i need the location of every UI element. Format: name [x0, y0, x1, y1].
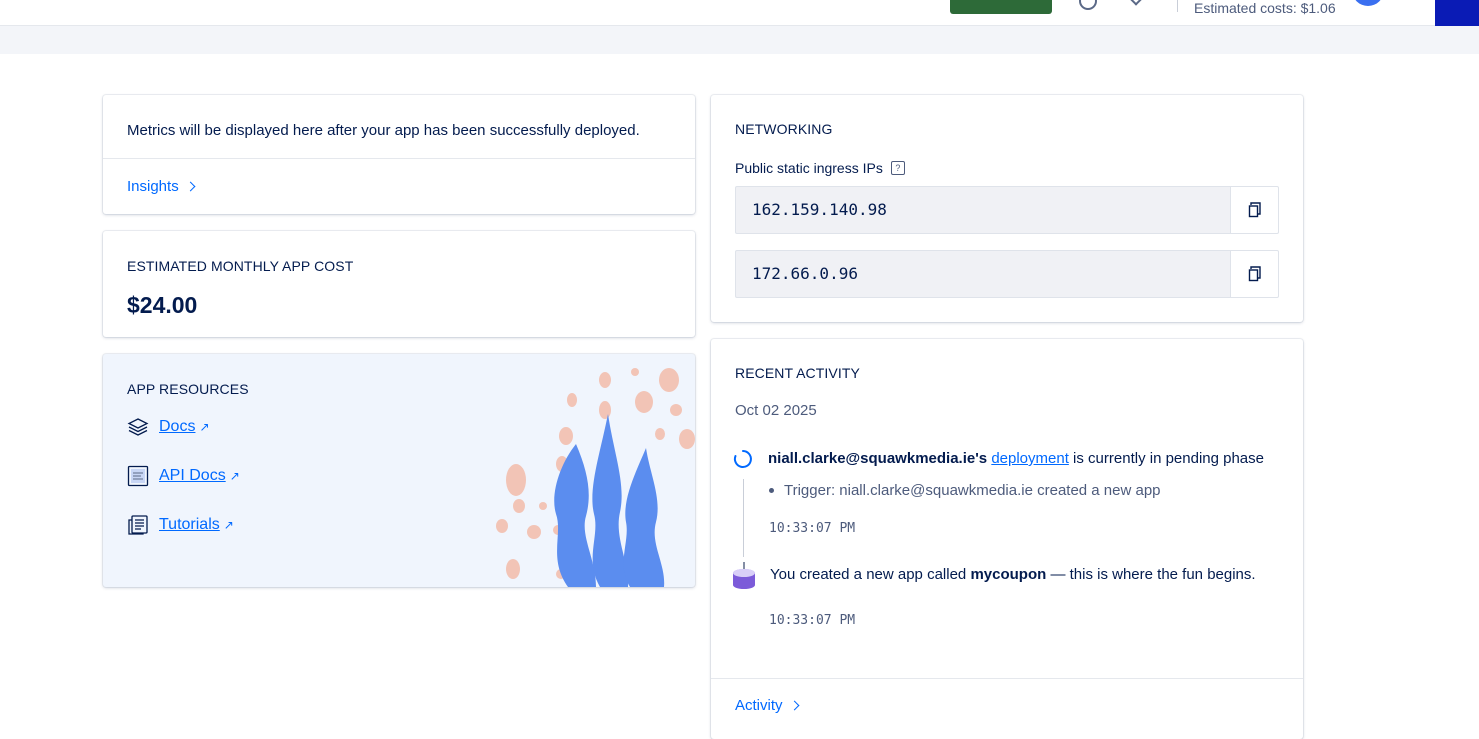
timeline-line — [743, 479, 744, 557]
external-link-icon: ↗ — [229, 469, 240, 483]
primary-action-button[interactable] — [950, 0, 1052, 14]
resource-api-docs-link[interactable]: API Docs ↗ — [127, 465, 240, 487]
cost-title: ESTIMATED MONTHLY APP COST — [127, 258, 354, 274]
resource-label[interactable]: Tutorials — [159, 516, 220, 534]
activity-title: RECENT ACTIVITY — [735, 365, 860, 381]
chevron-right-icon — [789, 700, 799, 711]
copy-icon — [1248, 266, 1261, 282]
resource-label[interactable]: API Docs — [159, 467, 226, 485]
activity-link-label[interactable]: Activity — [735, 697, 783, 714]
divider — [103, 158, 695, 159]
created-prefix: You created a new app called — [770, 566, 967, 583]
sub-header — [0, 26, 1479, 54]
metrics-card: Metrics will be displayed here after you… — [103, 95, 695, 214]
copy-icon — [1248, 202, 1261, 218]
layers-icon — [127, 416, 149, 438]
metrics-message: Metrics will be displayed here after you… — [127, 122, 640, 139]
activity-status-text: is currently in pending phase — [1073, 450, 1264, 467]
spinner-icon — [733, 450, 752, 468]
copy-button[interactable] — [1230, 250, 1279, 298]
resource-label[interactable]: Docs — [159, 418, 195, 436]
cost-amount: $24.00 — [127, 292, 198, 318]
cake-icon — [733, 562, 755, 589]
divider — [711, 678, 1303, 679]
ingress-ips-label: Public static ingress IPs ? — [735, 160, 905, 176]
ip-value[interactable]: 162.159.140.98 — [735, 186, 1230, 234]
resources-illustration — [488, 354, 695, 587]
ingress-ips-text: Public static ingress IPs — [735, 160, 883, 176]
trigger-text: Trigger: niall.clarke@squawkmedia.ie cre… — [784, 482, 1161, 499]
deployment-link[interactable]: deployment — [991, 450, 1069, 467]
activity-timestamp: 10:33:07 PM — [769, 613, 856, 628]
copy-button[interactable] — [1230, 186, 1279, 234]
top-header: Estimated costs: $1.06 — [0, 0, 1479, 27]
activity-timestamp: 10:33:07 PM — [769, 521, 856, 536]
external-link-icon: ↗ — [199, 420, 210, 434]
estimated-costs: Estimated costs: $1.06 — [1194, 0, 1336, 16]
help-icon[interactable]: ? — [890, 161, 905, 175]
created-suffix: — this is where the fun begins. — [1050, 566, 1256, 583]
avatar[interactable] — [1352, 0, 1384, 6]
activity-trigger: Trigger: niall.clarke@squawkmedia.ie cre… — [769, 482, 1161, 499]
activity-user: niall.clarke@squawkmedia.ie's — [768, 450, 988, 467]
header-divider — [1177, 0, 1178, 12]
corner-badge[interactable] — [1435, 0, 1479, 27]
networking-card: NETWORKING Public static ingress IPs ? 1… — [711, 95, 1303, 322]
recent-activity-card: RECENT ACTIVITY Oct 02 2025 niall.clarke… — [711, 339, 1303, 739]
tutorial-icon — [127, 514, 149, 536]
api-doc-icon — [127, 465, 149, 487]
app-resources-card: APP RESOURCES Docs ↗ API Docs ↗ Tutorial… — [103, 354, 695, 587]
external-link-icon: ↗ — [223, 518, 234, 532]
activity-event-created: You created a new app called mycoupon — … — [770, 566, 1256, 583]
resource-tutorials-link[interactable]: Tutorials ↗ — [127, 514, 234, 536]
help-icon[interactable] — [1079, 0, 1097, 10]
ip-value[interactable]: 172.66.0.96 — [735, 250, 1230, 298]
ip-field: 162.159.140.98 — [735, 186, 1279, 234]
chevron-down-icon[interactable] — [1130, 0, 1142, 6]
bullet-icon — [769, 488, 774, 493]
app-name: mycoupon — [970, 566, 1047, 583]
insights-link[interactable]: Insights — [127, 178, 196, 195]
insights-link-label[interactable]: Insights — [127, 178, 179, 195]
resource-docs-link[interactable]: Docs ↗ — [127, 416, 210, 438]
networking-title: NETWORKING — [735, 121, 833, 137]
chevron-right-icon — [185, 181, 196, 192]
resources-title: APP RESOURCES — [127, 381, 249, 397]
ip-field: 172.66.0.96 — [735, 250, 1279, 298]
activity-event-deployment: niall.clarke@squawkmedia.ie's deployment… — [768, 450, 1264, 467]
activity-date: Oct 02 2025 — [735, 402, 817, 419]
cost-card: ESTIMATED MONTHLY APP COST $24.00 — [103, 231, 695, 337]
activity-link[interactable]: Activity — [735, 697, 799, 714]
